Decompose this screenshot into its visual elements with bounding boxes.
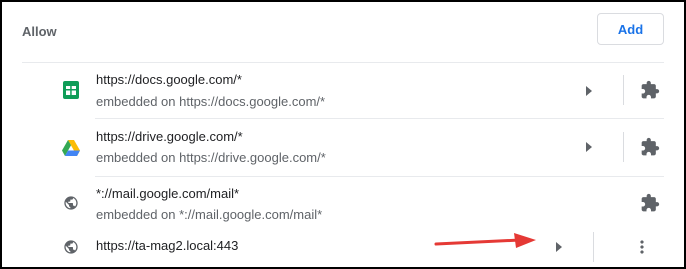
expand-arrow-icon[interactable] (582, 84, 596, 98)
site-embedded-text: embedded on https://drive.google.com/* (96, 150, 326, 165)
section-label-allow: Allow (22, 24, 57, 39)
site-url: https://drive.google.com/* (96, 129, 243, 144)
site-embedded-text: embedded on https://docs.google.com/* (96, 94, 326, 109)
site-embedded-text: embedded on *://mail.google.com/mail* (96, 207, 323, 222)
puzzle-piece-icon[interactable] (640, 193, 660, 213)
vertical-separator (593, 232, 594, 262)
vertical-separator (623, 75, 624, 105)
globe-icon (62, 194, 80, 212)
site-row-drive: https://drive.google.com/* embedded on h… (2, 118, 684, 177)
site-row-ta-mag2: https://ta-mag2.local:443 (2, 228, 684, 266)
annotation-arrow-icon (434, 232, 538, 257)
site-row-docs: https://docs.google.com/* embedded on ht… (2, 62, 684, 119)
more-vert-icon[interactable] (632, 237, 652, 257)
site-settings-panel: Allow Add https://docs.google.com/* embe… (0, 0, 686, 269)
globe-icon (62, 238, 80, 256)
site-url: *://mail.google.com/mail* (96, 186, 240, 201)
site-url: https://ta-mag2.local:443 (96, 238, 239, 253)
expand-arrow-icon[interactable] (582, 140, 596, 154)
expand-arrow-icon[interactable] (552, 240, 566, 254)
google-sheets-icon (62, 81, 80, 99)
site-row-mail: *://mail.google.com/mail* embedded on *:… (2, 176, 684, 228)
vertical-separator (623, 132, 624, 162)
puzzle-piece-icon[interactable] (640, 80, 660, 100)
add-button[interactable]: Add (597, 13, 664, 45)
google-drive-icon (62, 139, 80, 157)
site-url: https://docs.google.com/* (96, 72, 242, 87)
puzzle-piece-icon[interactable] (640, 137, 660, 157)
